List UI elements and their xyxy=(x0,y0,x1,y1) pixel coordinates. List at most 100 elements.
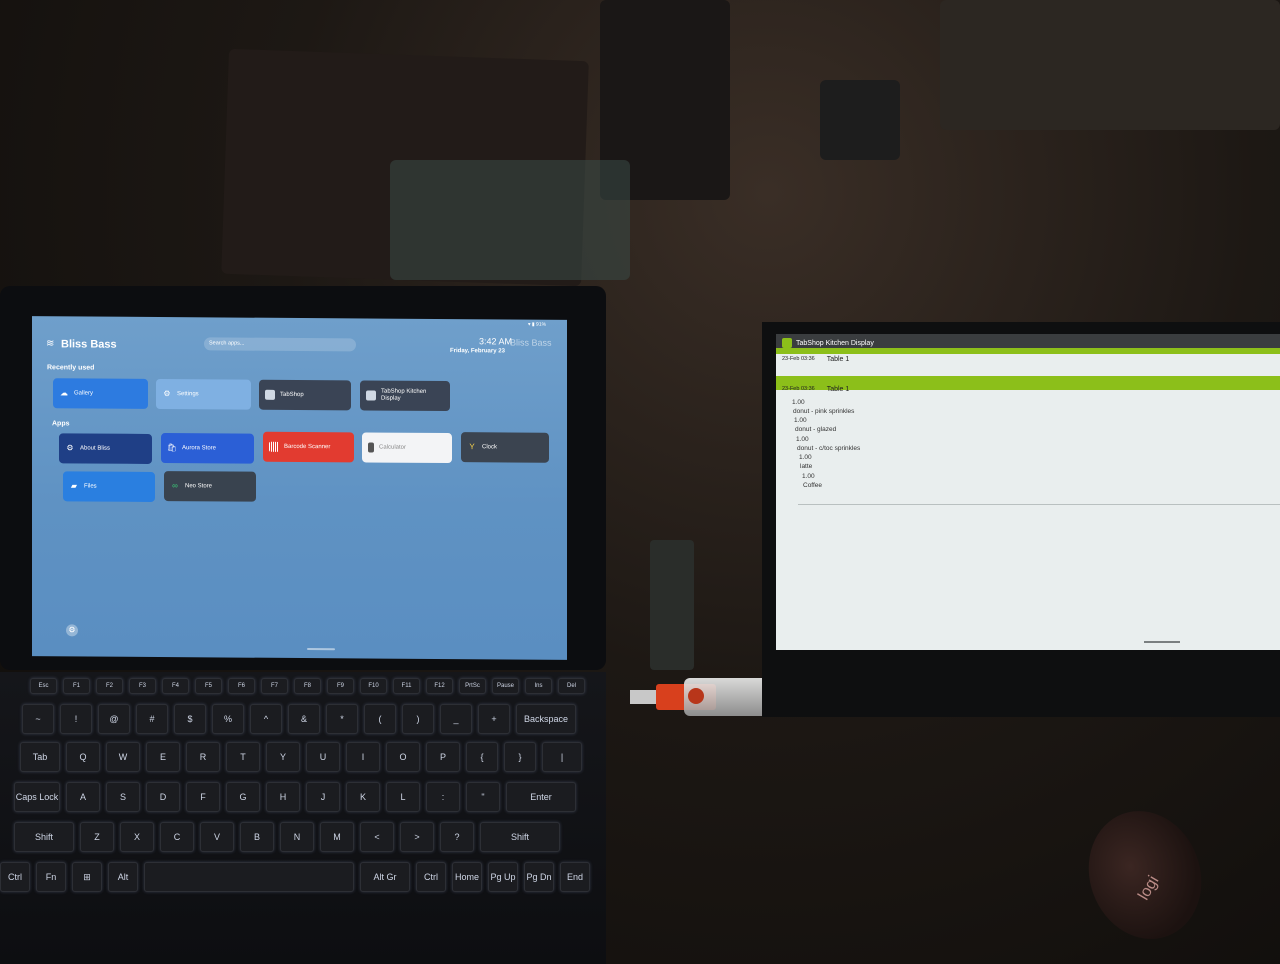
key-f1[interactable]: F1 xyxy=(63,678,90,694)
key-alt[interactable]: Alt xyxy=(108,862,138,892)
key-s[interactable]: S xyxy=(106,782,140,812)
key--[interactable]: ~ xyxy=(22,704,54,734)
key-pg-dn[interactable]: Pg Dn xyxy=(524,862,554,892)
key-j[interactable]: J xyxy=(306,782,340,812)
key--[interactable]: ) xyxy=(402,704,434,734)
key--[interactable]: % xyxy=(212,704,244,734)
key-f4[interactable]: F4 xyxy=(162,678,189,694)
key--[interactable]: : xyxy=(426,782,460,812)
key-c[interactable]: C xyxy=(160,822,194,852)
search-input[interactable]: Search apps... xyxy=(204,337,356,352)
order-header-2[interactable]: 23-Feb 03:36 Table 1 xyxy=(782,384,849,394)
order-header-1[interactable]: 23-Feb 03:36 Table 1 xyxy=(782,354,849,364)
key-f6[interactable]: F6 xyxy=(228,678,255,694)
key-x[interactable]: X xyxy=(120,822,154,852)
key--[interactable]: & xyxy=(288,704,320,734)
key-w[interactable]: W xyxy=(106,742,140,772)
key-t[interactable]: T xyxy=(226,742,260,772)
key-g[interactable]: G xyxy=(226,782,260,812)
key--[interactable]: + xyxy=(478,704,510,734)
key-p[interactable]: P xyxy=(426,742,460,772)
key-b[interactable]: B xyxy=(240,822,274,852)
app-tile-about-bliss[interactable]: ⚙ About Bliss xyxy=(59,433,152,464)
key-end[interactable]: End xyxy=(560,862,590,892)
key-pause[interactable]: Pause xyxy=(492,678,519,694)
key-esc[interactable]: Esc xyxy=(30,678,57,694)
key-pg-up[interactable]: Pg Up xyxy=(488,862,518,892)
recent-tile-gallery[interactable]: ☁ Gallery xyxy=(53,378,148,409)
key-space[interactable] xyxy=(144,862,354,892)
app-tile-aurora-store[interactable]: 🛍 Aurora Store xyxy=(161,433,254,464)
key-o[interactable]: O xyxy=(386,742,420,772)
key--[interactable]: { xyxy=(466,742,498,772)
bliss-logo-icon: ≋ xyxy=(46,338,55,350)
key-l[interactable]: L xyxy=(386,782,420,812)
key--[interactable]: } xyxy=(504,742,536,772)
key-y[interactable]: Y xyxy=(266,742,300,772)
key--[interactable]: ? xyxy=(440,822,474,852)
key-r[interactable]: R xyxy=(186,742,220,772)
recent-tile-tabshop[interactable]: TabShop xyxy=(259,379,351,411)
key-f11[interactable]: F11 xyxy=(393,678,420,694)
key-shift[interactable]: Shift xyxy=(14,822,74,852)
key-h[interactable]: H xyxy=(266,782,300,812)
key-f7[interactable]: F7 xyxy=(261,678,288,694)
settings-fab-icon[interactable]: ⚙ xyxy=(66,624,78,637)
key-f10[interactable]: F10 xyxy=(360,678,387,694)
key-shift[interactable]: Shift xyxy=(480,822,560,852)
home-indicator[interactable] xyxy=(1144,641,1180,643)
key-e[interactable]: E xyxy=(146,742,180,772)
key--[interactable]: # xyxy=(136,704,168,734)
key--[interactable]: ⊞ xyxy=(72,862,102,892)
recent-tile-kitchen-display[interactable]: TabShop Kitchen Display xyxy=(360,380,450,412)
key-a[interactable]: A xyxy=(66,782,100,812)
app-tile-calculator[interactable]: Calculator xyxy=(362,432,452,464)
key-u[interactable]: U xyxy=(306,742,340,772)
key-prtsc[interactable]: PrtSc xyxy=(459,678,486,694)
key--[interactable]: | xyxy=(542,742,582,772)
key--[interactable]: _ xyxy=(440,704,472,734)
key-f9[interactable]: F9 xyxy=(327,678,354,694)
key--[interactable]: ! xyxy=(60,704,92,734)
key--[interactable]: @ xyxy=(98,704,130,734)
key-f12[interactable]: F12 xyxy=(426,678,453,694)
app-tile-barcode-scanner[interactable]: Barcode Scanner xyxy=(263,431,354,463)
key--[interactable]: ( xyxy=(364,704,396,734)
key-alt-gr[interactable]: Alt Gr xyxy=(360,862,410,892)
key-i[interactable]: I xyxy=(346,742,380,772)
home-indicator[interactable] xyxy=(307,648,335,651)
key-fn[interactable]: Fn xyxy=(36,862,66,892)
key-f[interactable]: F xyxy=(186,782,220,812)
key-enter[interactable]: Enter xyxy=(506,782,576,812)
key-m[interactable]: M xyxy=(320,822,354,852)
key-caps-lock[interactable]: Caps Lock xyxy=(14,782,60,812)
key-q[interactable]: Q xyxy=(66,742,100,772)
key-ctrl[interactable]: Ctrl xyxy=(416,862,446,892)
key-ins[interactable]: Ins xyxy=(525,678,552,694)
app-tile-clock[interactable]: Y Clock xyxy=(461,432,549,463)
key--[interactable]: $ xyxy=(174,704,206,734)
app-tile-files[interactable]: ▰ Files xyxy=(63,471,155,502)
key-del[interactable]: Del xyxy=(558,678,585,694)
key-f2[interactable]: F2 xyxy=(96,678,123,694)
key--[interactable]: > xyxy=(400,822,434,852)
key--[interactable]: " xyxy=(466,782,500,812)
clock-overlay: Bliss Bass xyxy=(510,337,552,348)
app-tile-neo-store[interactable]: ∞ Neo Store xyxy=(164,471,256,502)
key-f3[interactable]: F3 xyxy=(129,678,156,694)
key-z[interactable]: Z xyxy=(80,822,114,852)
key--[interactable]: * xyxy=(326,704,358,734)
key-ctrl[interactable]: Ctrl xyxy=(0,862,30,892)
key-home[interactable]: Home xyxy=(452,862,482,892)
key-k[interactable]: K xyxy=(346,782,380,812)
key-backspace[interactable]: Backspace xyxy=(516,704,576,734)
recent-tile-settings[interactable]: ⚙ Settings xyxy=(156,378,251,410)
key-d[interactable]: D xyxy=(146,782,180,812)
key-f5[interactable]: F5 xyxy=(195,678,222,694)
key--[interactable]: < xyxy=(360,822,394,852)
key-n[interactable]: N xyxy=(280,822,314,852)
key-tab[interactable]: Tab xyxy=(20,742,60,772)
key-v[interactable]: V xyxy=(200,822,234,852)
key--[interactable]: ^ xyxy=(250,704,282,734)
key-f8[interactable]: F8 xyxy=(294,678,321,694)
